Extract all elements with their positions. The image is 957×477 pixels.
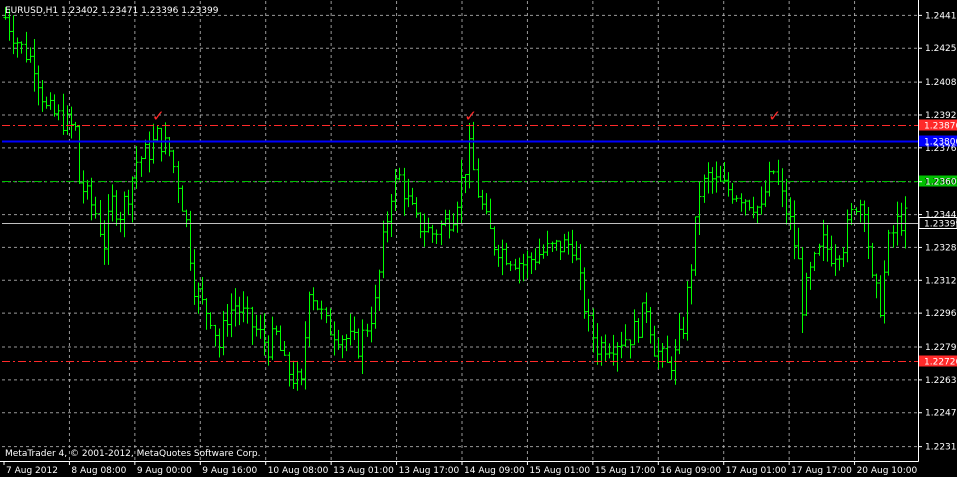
y-tick-label: 1.24085 (925, 78, 957, 88)
y-tick-label: 1.22310 (925, 443, 957, 453)
x-tick-label: 8 Aug 08:00 (71, 466, 126, 476)
price-bars (3, 7, 908, 391)
check-mark-icon: ✓ (768, 107, 781, 125)
x-tick-label: 13 Aug 17:00 (399, 466, 460, 476)
check-mark-icon: ✓ (464, 107, 477, 125)
chart-header: EURUSD,H1 1.23402 1.23471 1.23396 1.2339… (5, 6, 219, 16)
chart-grid (2, 1, 918, 461)
y-tick-label: 1.24410 (925, 11, 957, 21)
y-tick-label: 1.22795 (925, 343, 957, 353)
x-tick-label: 17 Aug 01:00 (726, 466, 787, 476)
price-chart[interactable]: 1.238761.238001.236031.233991.22726 ✓✓✓ … (0, 0, 957, 477)
price-tag-label-bid: 1.23399 (924, 220, 957, 230)
y-tick-label: 1.23765 (925, 144, 957, 154)
x-tick-label: 15 Aug 01:00 (529, 466, 590, 476)
copyright-text: MetaTrader 4, © 2001-2012, MetaQuotes So… (5, 449, 261, 459)
y-tick-label: 1.23440 (925, 211, 957, 221)
x-tick-label: 10 Aug 08:00 (268, 466, 329, 476)
x-tick-label: 16 Aug 09:00 (660, 466, 721, 476)
price-tag-label-resistance: 1.23876 (924, 122, 957, 132)
x-tick-label: 7 Aug 2012 (6, 466, 58, 476)
x-tick-label: 14 Aug 09:00 (464, 466, 525, 476)
x-tick-label: 17 Aug 17:00 (791, 466, 852, 476)
y-tick-label: 1.23280 (925, 243, 957, 253)
price-axis: 1.24410 1.24250 1.24085 1.23925 1.23765 1.236… (918, 11, 957, 453)
y-tick-label: 1.23120 (925, 276, 957, 286)
time-axis: 7 Aug 2012 8 Aug 08:00 9 Aug 00:00 9 Aug 16… (3, 461, 918, 476)
chart-frame (0, 0, 919, 462)
x-tick-label: 9 Aug 00:00 (137, 466, 192, 476)
price-tag-label-support: 1.22726 (924, 358, 957, 368)
check-markers: ✓ ✓ ✓ (152, 107, 781, 125)
y-tick-label: 1.22475 (925, 409, 957, 419)
x-tick-label: 13 Aug 01:00 (333, 466, 394, 476)
x-tick-label: 15 Aug 17:00 (595, 466, 656, 476)
check-mark-icon: ✓ (152, 107, 165, 125)
y-tick-label: 1.24250 (925, 44, 957, 54)
y-tick-label: 1.22960 (925, 309, 957, 319)
y-tick-label: 1.23925 (925, 111, 957, 121)
y-tick-label: 1.22635 (925, 376, 957, 386)
x-tick-label: 9 Aug 16:00 (202, 466, 257, 476)
y-tick-label: 1.23600 (925, 178, 957, 188)
x-tick-label: 20 Aug 10:00 (857, 466, 918, 476)
